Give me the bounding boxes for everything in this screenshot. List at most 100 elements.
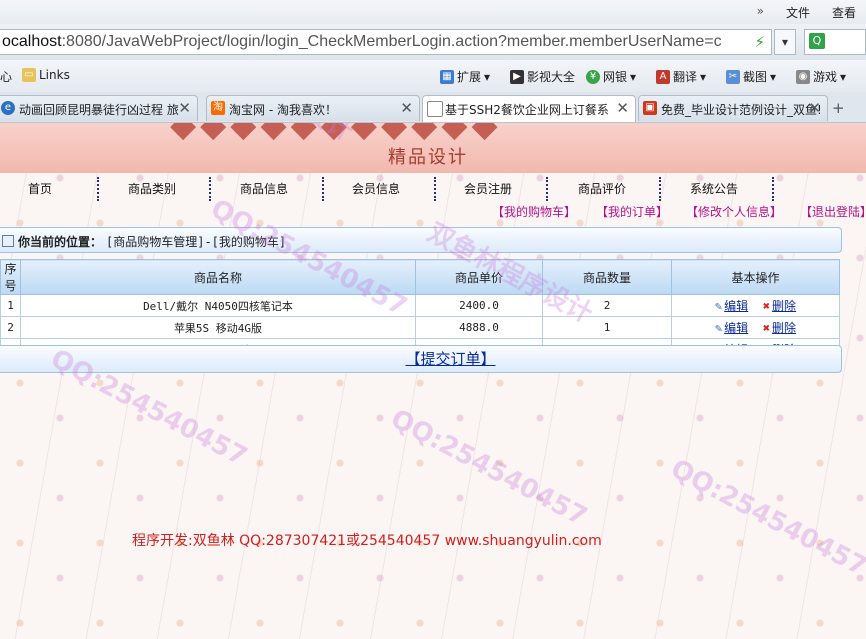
search-input[interactable]: Q: [804, 29, 866, 55]
cell-no: 2: [0, 316, 21, 339]
cell-no: 1: [0, 294, 21, 317]
extensions-icon: ▦: [440, 69, 454, 84]
breadcrumb: 你当前的位置： [商品购物车管理]-[我的购物车]: [0, 227, 842, 253]
tab-news[interactable]: e 动画回顾昆明暴徒行凶过程 旅 ✕: [0, 95, 198, 121]
delete-x-icon: ✖: [762, 320, 771, 335]
toolbar-games[interactable]: ◉ 游戏 ▾: [796, 68, 846, 85]
submit-bar: 【提交订单】: [0, 345, 842, 373]
close-tab-icon[interactable]: ✕: [400, 99, 413, 117]
nav-separator: [209, 177, 211, 201]
cell-qty: 2: [542, 294, 672, 317]
tab-free-design[interactable]: ▣ 免费_毕业设计范例设计_双鱼! ✕: [638, 95, 828, 121]
table-row: 1 Dell/戴尔 N4050四核笔记本 2400.0 2 ✎ 编辑 ✖ 删除: [0, 294, 840, 317]
address-input[interactable]: ocalhost:8080/JavaWebProject/login/login…: [0, 29, 772, 55]
col-qty: 商品数量: [542, 259, 672, 295]
nav-announcements[interactable]: 系统公告: [674, 180, 754, 197]
bookmark-links-label: Links: [39, 68, 70, 82]
nav-separator: [322, 177, 324, 201]
cart-panel: 你当前的位置： [商品购物车管理]-[我的购物车] 序号 商品名称 商品单价 商…: [0, 227, 842, 375]
new-tab-icon[interactable]: +: [832, 99, 845, 117]
close-tab-icon[interactable]: ✕: [178, 99, 191, 117]
scissors-icon: ✂: [726, 69, 740, 84]
grid-icon: [2, 235, 14, 247]
nav-members[interactable]: 会员信息: [336, 180, 416, 197]
close-tab-icon[interactable]: ✕: [616, 99, 629, 117]
nav-separator: [659, 177, 661, 201]
tab-taobao[interactable]: 淘 淘宝网 - 淘我喜欢！ ✕: [206, 95, 420, 121]
pencil-icon: ✎: [714, 298, 723, 313]
tab-current[interactable]: 基于SSH2餐饮企业网上订餐系 ✕: [422, 95, 636, 122]
address-host: ocalhost: [2, 33, 62, 50]
col-name: 商品名称: [20, 259, 416, 295]
browser-menubar: » 文件 查看: [0, 0, 866, 24]
translate-icon: A: [656, 69, 670, 84]
nav-separator: [97, 177, 99, 201]
cell-actions: ✎编辑 ✖删除: [671, 316, 840, 339]
tab-strip: e 动画回顾昆明暴徒行凶过程 旅 ✕ 淘 淘宝网 - 淘我喜欢！ ✕ 基于SSH…: [0, 92, 866, 123]
toolbar-bank[interactable]: ¥ 网银 ▾: [586, 68, 636, 85]
address-bar-row: ocalhost:8080/JavaWebProject/login/login…: [0, 24, 866, 61]
cell-name: Dell/戴尔 N4050四核笔记本: [20, 294, 416, 317]
edit-link[interactable]: 编辑: [724, 319, 748, 336]
site-banner: ◆◆◆◆◆◆◆◆◆◆◆ 精品设计: [0, 123, 866, 173]
main-nav: 首页 商品类别 商品信息 会员信息 会员注册 商品评价 系统公告: [0, 175, 866, 201]
toolbar-screenshot[interactable]: ✂ 截图 ▾: [726, 68, 776, 85]
site-icon: ▣: [643, 101, 657, 115]
banner-title-graphic: ◆◆◆◆◆◆◆◆◆◆◆: [170, 123, 502, 145]
close-tab-icon[interactable]: ✕: [808, 99, 821, 117]
video-icon: ▶: [510, 69, 524, 84]
toolbar-extend[interactable]: ▦ 扩展 ▾: [440, 68, 490, 85]
breadcrumb-path: [商品购物车管理]-[我的购物车]: [106, 235, 287, 249]
menu-view[interactable]: 查看: [832, 4, 856, 21]
nav-home[interactable]: 首页: [0, 180, 80, 197]
breadcrumb-label: 你当前的位置：: [18, 235, 103, 249]
table-header-row: 序号 商品名称 商品单价 商品数量 基本操作: [0, 259, 840, 295]
user-links: 【我的购物车】 【我的订单】 【修改个人信息】 【退出登陆】: [0, 203, 866, 219]
cell-price: 4888.0: [415, 316, 543, 339]
link-my-orders[interactable]: 【我的订单】: [596, 203, 668, 220]
menu-file[interactable]: 文件: [786, 4, 810, 21]
link-my-cart[interactable]: 【我的购物车】: [492, 203, 576, 220]
col-no: 序号: [0, 259, 21, 295]
bookmarks-bar: 心 ▭ Links ▦ 扩展 ▾ ▶ 影视大全 ¥ 网银 ▾ A 翻译 ▾ ✂ 截图 ▾…: [0, 60, 866, 93]
pencil-icon: ✎: [714, 320, 723, 335]
menu-overflow-chevron[interactable]: »: [757, 4, 764, 21]
bookmark-fragment[interactable]: 心: [0, 68, 12, 85]
cell-actions: ✎编辑 ✖删除: [671, 294, 840, 317]
delete-link[interactable]: 删除: [772, 319, 796, 336]
bookmark-links[interactable]: ▭ Links: [22, 68, 70, 82]
nav-reviews[interactable]: 商品评价: [562, 180, 642, 197]
speed-mode-icon[interactable]: ⚡: [754, 33, 765, 51]
edit-link[interactable]: 编辑: [724, 297, 748, 314]
nav-categories[interactable]: 商品类别: [112, 180, 192, 197]
web-page: ◆◆◆◆◆◆◆◆◆◆◆ 精品设计 首页 商品类别 商品信息 会员信息 会员注册 …: [0, 123, 866, 639]
banner-subtitle: 精品设计: [388, 147, 468, 168]
delete-x-icon: ✖: [762, 298, 771, 313]
nav-products[interactable]: 商品信息: [224, 180, 304, 197]
bank-icon: ¥: [586, 69, 600, 84]
nav-register[interactable]: 会员注册: [448, 180, 528, 197]
toolbar-translate[interactable]: A 翻译 ▾: [656, 68, 706, 85]
address-dropdown-button[interactable]: ▾: [774, 29, 796, 55]
toolbar-video[interactable]: ▶ 影视大全: [510, 68, 575, 85]
link-logout[interactable]: 【退出登陆】: [800, 203, 866, 220]
submit-order-button[interactable]: 【提交订单】: [345, 350, 495, 368]
search-engine-icon[interactable]: Q: [809, 33, 825, 49]
table-row: 2 苹果5S 移动4G版 4888.0 1 ✎ 编辑 ✖ 删除: [0, 316, 840, 339]
col-price: 商品单价: [415, 259, 543, 295]
ie-icon: e: [1, 101, 15, 115]
nav-separator: [772, 177, 774, 201]
taobao-icon: 淘: [211, 101, 225, 115]
link-edit-profile[interactable]: 【修改个人信息】: [686, 203, 782, 220]
gamepad-icon: ◉: [796, 69, 810, 84]
watermark: QQ:254540457: [665, 453, 866, 583]
nav-separator: [546, 177, 548, 201]
address-path: :8080/JavaWebProject/login/login_CheckMe…: [61, 33, 722, 50]
page-icon: [427, 101, 443, 117]
nav-separator: [434, 177, 436, 201]
watermark: QQ:254540457: [385, 403, 592, 533]
cell-qty: 1: [542, 316, 672, 339]
cell-price: 2400.0: [415, 294, 543, 317]
delete-link[interactable]: 删除: [772, 297, 796, 314]
footer-credit: 程序开发:双鱼林 QQ:287307421或254540457 www.shua…: [132, 533, 602, 549]
